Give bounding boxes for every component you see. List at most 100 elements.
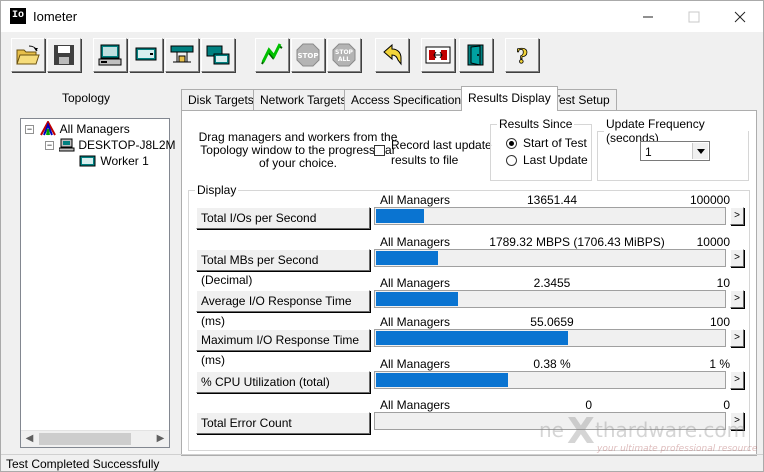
metric-bar-track[interactable] [374,207,726,225]
new-disk-worker-button[interactable] [93,38,127,72]
results-display-panel: Drag managers and workers from the Topol… [181,110,757,456]
exit-button[interactable] [459,38,493,72]
reset-workers-icon [383,43,402,66]
tab-results-display[interactable]: Results Display [461,86,558,111]
new-disk-worker-icon [98,44,122,66]
drag-hint: Drag managers and workers from the Topol… [198,130,398,170]
tree-label: Worker 1 [100,154,149,168]
duplicate-worker-button[interactable] [201,38,235,72]
radio-start-of-test[interactable] [506,138,517,149]
metric-button[interactable]: Total MBs per Second (Decimal) [196,249,370,287]
duplicate-worker-icon [206,45,230,65]
scroll-left-icon[interactable]: ◀ [21,431,38,447]
start-test-icon [261,43,283,65]
radio-label: Last Update [523,153,588,167]
status-bar: Test Completed Successfully [1,454,763,472]
close-button[interactable] [717,1,763,32]
metric-button[interactable]: % CPU Utilization (total) [196,371,370,393]
svg-text:STOP: STOP [298,52,319,60]
metric-source: All Managers [380,276,451,290]
close-icon [734,11,746,22]
tree-label: DESKTOP-J8L2M [78,138,176,152]
metric-source: All Managers [380,315,451,329]
tree-item-manager[interactable]: DESKTOP-J8L2M [58,137,176,153]
metric-button[interactable]: Average I/O Response Time (ms) [196,290,370,328]
collapse-icon[interactable]: − [25,125,34,134]
metric-bar-fill [376,331,568,345]
about-button[interactable]: ? [505,38,539,72]
metric-max: 100 [709,315,730,329]
collapse-icon[interactable]: − [45,141,54,150]
metric-source: All Managers [380,235,451,249]
minimize-button[interactable] [625,1,671,32]
metric-source: All Managers [380,398,451,412]
tree-item-all-managers[interactable]: All Managers [39,119,130,137]
new-network-worker-icon [135,47,157,61]
metric-bar-track[interactable] [374,290,726,308]
app-icon: Io [10,8,26,24]
metric-button[interactable]: Total Error Count [196,412,370,434]
metric-source: All Managers [380,357,451,371]
maximize-icon [688,11,700,22]
svg-text:STOP: STOP [335,49,354,56]
tab-disk-targets[interactable]: Disk Targets [181,89,261,111]
expand-metric-button[interactable]: > [730,371,744,389]
scroll-right-icon[interactable]: ▶ [152,431,169,447]
iometer-window: Io Iometer STOP STOP ALL ? Topology − Al… [0,0,764,472]
metric-button[interactable]: Maximum I/O Response Time (ms) [196,329,370,367]
reset-workers-button[interactable] [375,38,409,72]
chevron-down-icon[interactable] [692,143,708,159]
new-network-worker-button[interactable] [129,38,163,72]
expand-metric-button[interactable]: > [730,290,744,308]
metric-bar-track[interactable] [374,249,726,267]
stop-icon: STOP [296,43,320,67]
metric-max: 0 [723,398,730,412]
save-button[interactable] [47,38,81,72]
scroll-thumb[interactable] [39,433,131,445]
computer-icon [58,138,75,152]
svg-text:X: X [567,413,595,452]
svg-text:?: ? [516,44,528,68]
expand-metric-button[interactable]: > [730,207,744,225]
worker-icon [79,155,96,167]
metric-bar-fill [376,209,424,223]
tab-access-specifications[interactable]: Access Specifications [344,89,475,111]
disconnect-button[interactable] [165,38,199,72]
open-icon [16,45,40,65]
horizontal-scrollbar[interactable]: ◀ ▶ [21,430,169,447]
tree-label: All Managers [59,122,130,136]
radio-label: Start of Test [523,136,587,150]
metric-value: 0.38 % [533,357,571,371]
tab-network-targets[interactable]: Network Targets [253,89,354,111]
toolbar: STOP STOP ALL ? [1,34,763,78]
results-button[interactable] [421,38,455,72]
open-button[interactable] [11,38,45,72]
metric-bar-track[interactable] [374,329,726,347]
metric-value: 55.0659 [530,315,574,329]
checkbox-box[interactable] [374,145,385,156]
maximize-button[interactable] [671,1,717,32]
tree-item-worker[interactable]: Worker 1 [79,153,149,169]
metric-max: 10000 [696,235,730,249]
minimize-icon [643,16,653,17]
metric-button[interactable]: Total I/Os per Second [196,207,370,229]
select-value: 1 [645,145,652,159]
stop-all-button[interactable]: STOP ALL [327,38,361,72]
stop-button[interactable]: STOP [291,38,325,72]
metric-max: 1 % [709,357,730,371]
metric-value: 0 [585,398,592,412]
start-test-button[interactable] [255,38,289,72]
save-icon [54,45,74,65]
topology-tree[interactable]: − All Managers − DESKTOP-J8L2M Worker 1 … [20,118,176,448]
radio-last-update[interactable] [506,155,517,166]
results-since-title: Results Since [499,117,573,131]
svg-text:ne: ne [539,418,564,442]
all-managers-icon [40,119,56,136]
expand-metric-button[interactable]: > [730,329,744,347]
watermark-logo: ne X thardware.com your ultimate profess… [537,411,763,457]
metric-bar-fill [376,292,458,306]
metric-max: 10 [716,276,730,290]
update-frequency-select[interactable]: 1 [640,141,710,161]
metric-bar-track[interactable] [374,371,726,389]
expand-metric-button[interactable]: > [730,249,744,267]
